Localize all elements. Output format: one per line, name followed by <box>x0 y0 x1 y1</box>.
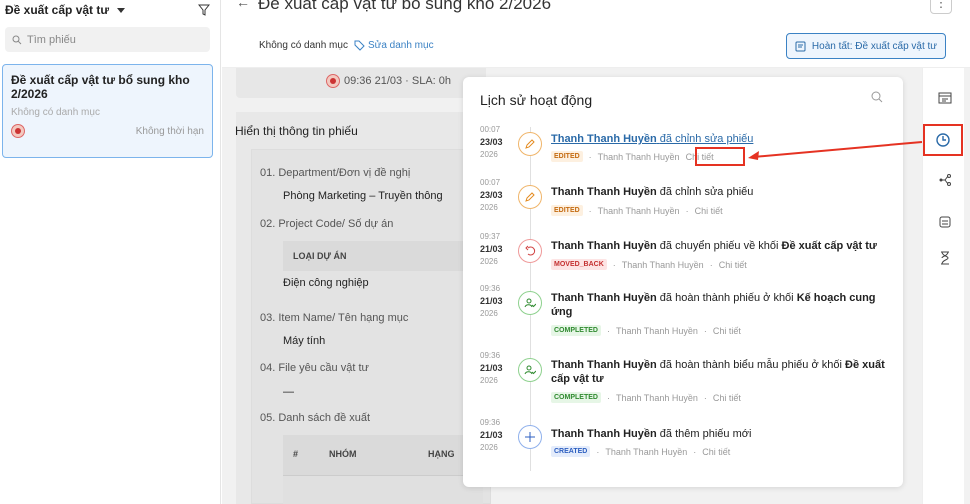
field-value: Điện công nghiệp <box>283 277 369 289</box>
edit-category-link[interactable]: Sửa danh mục <box>354 40 434 51</box>
back-arrow-icon[interactable]: ← <box>236 0 250 10</box>
detail-link[interactable]: Chi tiết <box>695 206 723 216</box>
event-meta: EDITED · Thanh Thanh Huyền Chi tiết <box>551 151 714 162</box>
table-header: # NHÓM HẠNG <box>283 435 483 475</box>
event-date: 00:07 23/03 2026 <box>480 125 503 159</box>
event-date: 09:36 21/03 2026 <box>480 284 503 318</box>
field-value: Máy tính <box>283 335 326 347</box>
event-text: Thanh Thanh Huyền đã hoàn thành phiếu ở … <box>551 292 876 318</box>
table-row <box>283 475 483 504</box>
category-row: Không có danh mục Sửa danh mục <box>259 40 434 51</box>
list-header: Đề xuất cấp vật tư <box>5 0 210 20</box>
user-check-icon <box>518 291 542 315</box>
info-panel-icon[interactable] <box>935 88 955 108</box>
field-label: 05. Danh sách đề xuất <box>260 412 371 424</box>
ticket-list-panel: Đề xuất cấp vật tư Tìm phiếu Đề xuất cấp… <box>0 0 221 504</box>
event-date: 09:36 21/03 2026 <box>480 351 503 385</box>
field-label: 02. Project Code/ Số dự án <box>260 218 394 230</box>
ticket-header: ← Đề xuất cấp vật tư bổ sung kho 2/2026 … <box>222 0 970 68</box>
avatar <box>326 74 340 88</box>
ticket-card[interactable]: Đề xuất cấp vật tư bổ sung kho 2/2026 Kh… <box>2 64 213 158</box>
complete-button[interactable]: Hoàn tất: Đề xuất cấp vật tư <box>785 33 946 59</box>
form-list-icon[interactable] <box>935 212 955 232</box>
event-text: Thanh Thanh Huyền đã thêm phiếu mới <box>551 428 752 440</box>
event-date: 09:37 21/03 2026 <box>480 232 503 266</box>
plus-icon <box>518 425 542 449</box>
hourglass-icon[interactable] <box>935 248 955 268</box>
status-badge: COMPLETED <box>551 392 601 403</box>
event-meta: MOVED_BACK · Thanh Thanh Huyền · Chi tiết <box>551 259 747 270</box>
pencil-icon <box>518 132 542 156</box>
detail-link[interactable]: Chi tiết <box>713 326 741 336</box>
field-value: Phòng Marketing – Truyền thông <box>283 190 443 202</box>
form-icon <box>795 41 806 51</box>
right-toolbar <box>922 68 970 504</box>
pencil-icon <box>518 185 542 209</box>
event-meta: EDITED · Thanh Thanh Huyền · Chi tiết <box>551 205 723 216</box>
page-title: Đề xuất cấp vật tư bổ sung kho 2/2026 <box>258 0 552 13</box>
event-meta: COMPLETED · Thanh Thanh Huyền · Chi tiết <box>551 325 741 336</box>
workflow-icon[interactable] <box>935 170 955 190</box>
field-value: — <box>283 386 294 398</box>
event-text: Thanh Thanh Huyền đã chuyển phiếu về khố… <box>551 240 877 252</box>
step-card: 09:36 21/03 · SLA: 0h <box>236 68 486 98</box>
search-input[interactable]: Tìm phiếu <box>5 27 210 52</box>
caret-down-icon <box>117 7 126 13</box>
history-clock-icon[interactable] <box>923 124 963 156</box>
workflow-selector[interactable]: Đề xuất cấp vật tư <box>5 3 126 17</box>
more-options-icon[interactable]: ⋮ <box>930 0 952 14</box>
detail-link[interactable]: Chi tiết <box>713 393 741 403</box>
search-icon <box>12 35 22 44</box>
ticket-title: Đề xuất cấp vật tư bổ sung kho 2/2026 <box>11 73 190 101</box>
step-time: 09:36 21/03 · SLA: 0h <box>326 74 451 88</box>
status-badge: EDITED <box>551 205 583 216</box>
status-badge: COMPLETED <box>551 325 601 336</box>
workflow-title: Đề xuất cấp vật tư <box>5 3 110 17</box>
detail-link[interactable]: Chi tiết <box>702 447 730 457</box>
section-title: Hiển thị thông tin phiếu <box>235 124 358 138</box>
field-label: 04. File yêu cầu vật tư <box>260 362 369 374</box>
event-text: Thanh Thanh Huyền đã hoàn thành biểu mẫu… <box>551 359 885 385</box>
detail-link[interactable]: Chi tiết <box>719 260 747 270</box>
annotation-arrow <box>748 141 923 160</box>
search-placeholder: Tìm phiếu <box>27 33 76 46</box>
tag-icon <box>354 40 365 51</box>
activity-history-panel: Lịch sử hoạt động 00:07 23/03 2026 Thanh T… <box>463 77 903 487</box>
undo-icon <box>518 239 542 263</box>
category-label: Không có danh mục <box>259 40 348 51</box>
field-label: 01. Department/Đơn vị đề nghị <box>260 167 411 179</box>
ticket-category: Không có danh mục <box>11 107 100 118</box>
event-meta: CREATED · Thanh Thanh Huyền · Chi tiết <box>551 446 730 457</box>
field-label: 03. Item Name/ Tên hạng mục <box>260 312 409 324</box>
search-icon[interactable] <box>871 91 883 103</box>
status-badge: MOVED_BACK <box>551 259 607 270</box>
status-badge: CREATED <box>551 446 591 457</box>
filter-icon[interactable] <box>198 4 210 16</box>
event-date: 00:07 23/03 2026 <box>480 178 503 212</box>
status-badge: EDITED <box>551 151 583 162</box>
avatar <box>11 124 25 138</box>
ticket-deadline: Không thời hạn <box>135 125 204 137</box>
event-text: Thanh Thanh Huyền đã chỉnh sửa phiếu <box>551 186 754 198</box>
event-date: 09:36 21/03 2026 <box>480 418 503 452</box>
panel-title: Lịch sử hoạt động <box>480 92 593 108</box>
user-check-icon <box>518 358 542 382</box>
table-header: LOẠI DỰ ÁN <box>283 241 473 271</box>
event-meta: COMPLETED · Thanh Thanh Huyền · Chi tiết <box>551 392 741 403</box>
scrollbar[interactable] <box>964 68 970 504</box>
highlight-box <box>695 147 745 166</box>
